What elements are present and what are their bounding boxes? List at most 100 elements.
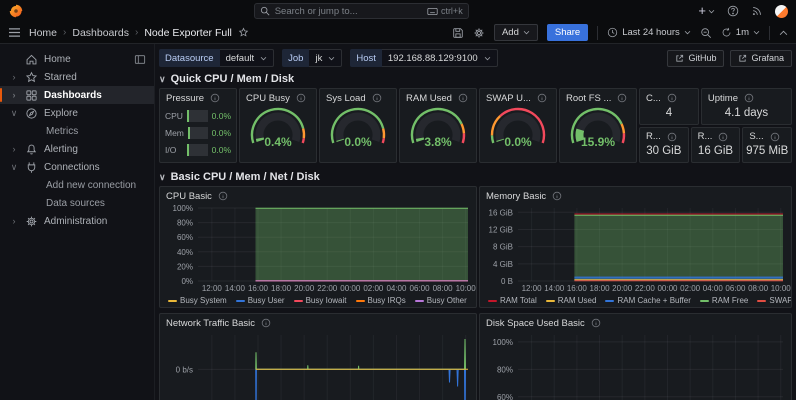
panel-swap-used: SWAP U... 0.0% [479, 88, 557, 163]
search-icon [260, 6, 270, 16]
legend-item[interactable]: Busy User [236, 296, 285, 305]
svg-text:0 B: 0 B [501, 277, 513, 286]
info-icon [591, 318, 601, 328]
gauge-sys-load[interactable]: 0.0% [320, 105, 396, 157]
sidebar-item-dashboards[interactable]: › Dashboards [0, 86, 154, 104]
save-icon[interactable] [452, 27, 464, 39]
chevron-up-icon[interactable] [779, 30, 788, 36]
legend-item[interactable]: Busy Iowait [294, 296, 347, 305]
sidebar-item-metrics[interactable]: Metrics [0, 122, 154, 140]
menu-icon[interactable] [8, 27, 21, 38]
cpu-basic-legend: Busy System Busy User Busy Iowait Busy I… [160, 294, 476, 307]
sidebar-item-starred[interactable]: › Starred [0, 68, 154, 86]
new-menu-button[interactable]: + [698, 6, 715, 16]
panel-rootfs-used: Root FS ... 15.9% [559, 88, 637, 163]
user-avatar[interactable] [775, 5, 788, 18]
variable-value-dropdown[interactable]: default [220, 49, 275, 67]
variable-value-dropdown[interactable]: jk [309, 49, 342, 67]
compass-icon [24, 107, 38, 120]
sidebar-item-data-sources[interactable]: Data sources [0, 194, 154, 212]
legend-item[interactable]: Busy IRQs [356, 296, 406, 305]
help-icon[interactable] [727, 5, 739, 17]
external-link-icon [675, 54, 684, 63]
disk-space-plot[interactable]: 40%60%80%100% [480, 330, 791, 400]
svg-text:20:00: 20:00 [294, 284, 315, 293]
chevron-down-icon [523, 30, 530, 35]
svg-text:18:00: 18:00 [590, 284, 611, 293]
dock-sidebar-icon[interactable] [134, 54, 146, 65]
gauge-swap-used[interactable]: 0.0% [480, 105, 556, 157]
bell-icon [24, 143, 38, 156]
info-icon [296, 93, 306, 103]
time-range-picker[interactable]: Last 24 hours [607, 27, 691, 38]
stat-value: 975 MiB [743, 144, 791, 163]
svg-text:20%: 20% [177, 262, 193, 271]
svg-text:15.9%: 15.9% [581, 135, 615, 149]
favorite-star-icon[interactable] [238, 27, 249, 38]
keyboard-icon [427, 7, 438, 16]
refresh-icon [721, 27, 732, 38]
network-traffic-plot[interactable]: 0 b/s-500 kb/s [160, 330, 476, 400]
sidebar-item-add-new-connection[interactable]: Add new connection [0, 176, 154, 194]
cpu-basic-plot[interactable]: 12:0014:0016:0018:0020:0022:0000:0002:00… [160, 203, 476, 294]
zoom-out-icon[interactable] [700, 27, 712, 39]
panel-uptime: Uptime 4.1 days [701, 88, 792, 125]
svg-text:4 GiB: 4 GiB [493, 260, 513, 269]
svg-text:06:00: 06:00 [725, 284, 746, 293]
stat-value: 4 [640, 105, 698, 124]
breadcrumb-dashboards[interactable]: Dashboards [72, 27, 129, 39]
gear-icon [24, 215, 38, 228]
sidebar-item-administration[interactable]: › Administration [0, 212, 154, 230]
legend-item[interactable]: RAM Free [700, 296, 748, 305]
legend-item[interactable]: RAM Used [546, 296, 597, 305]
svg-text:0 b/s: 0 b/s [176, 365, 193, 374]
variable-value-dropdown[interactable]: 192.168.88.129:9100 [382, 49, 498, 67]
svg-text:06:00: 06:00 [410, 284, 431, 293]
memory-basic-plot[interactable]: 12:0014:0016:0018:0020:0022:0000:0002:00… [480, 203, 791, 294]
grafana-logo-icon[interactable] [8, 3, 24, 19]
search-input[interactable]: Search or jump to... ctrl+k [254, 3, 469, 19]
breadcrumb-current: Node Exporter Full [144, 27, 232, 39]
legend-item[interactable]: RAM Total [488, 296, 537, 305]
gauge-rootfs-used[interactable]: 15.9% [560, 105, 636, 157]
gauge-ram-used[interactable]: 3.8% [400, 105, 476, 157]
add-button[interactable]: Add [494, 24, 538, 41]
info-icon [218, 191, 228, 201]
legend-item[interactable]: Busy Other [415, 296, 467, 305]
bar-gauge [187, 144, 208, 156]
sidebar-item-alerting[interactable]: › Alerting [0, 140, 154, 158]
svg-text:16:00: 16:00 [248, 284, 269, 293]
panel-ram-used: RAM Used 3.8% [399, 88, 477, 163]
svg-text:80%: 80% [177, 219, 193, 228]
panel-cpu-busy: CPU Busy 0.4% [239, 88, 317, 163]
svg-text:00:00: 00:00 [340, 284, 361, 293]
legend-item[interactable]: RAM Cache + Buffer [605, 296, 690, 305]
svg-text:20:00: 20:00 [612, 284, 633, 293]
legend-item[interactable]: Busy System [168, 296, 227, 305]
news-icon[interactable] [751, 5, 763, 17]
gauge-cpu-busy[interactable]: 0.4% [240, 105, 316, 157]
sidebar-item-explore[interactable]: ∨ Explore [0, 104, 154, 122]
clock-icon [607, 27, 618, 38]
share-button[interactable]: Share [547, 24, 588, 41]
nav-sidebar: Home › Starred › Dashboards ∨ Explore [0, 44, 155, 400]
stat-value: 30 GiB [640, 144, 688, 163]
variable-datasource: Datasource default [159, 49, 274, 67]
svg-text:100%: 100% [173, 204, 193, 213]
info-icon [667, 93, 677, 103]
link-github[interactable]: GitHub [667, 50, 724, 67]
link-grafana[interactable]: Grafana [730, 50, 792, 67]
info-icon [617, 93, 627, 103]
section-quick-cpu-mem-disk[interactable]: ∨ Quick CPU / Mem / Disk [159, 72, 792, 86]
info-icon [744, 93, 754, 103]
settings-gear-icon[interactable] [473, 27, 485, 39]
variables-row: Datasource default Job jk Host [159, 48, 792, 68]
sidebar-item-home[interactable]: Home [0, 50, 154, 68]
legend-item[interactable]: SWAP Used [757, 296, 791, 305]
breadcrumb-home[interactable]: Home [29, 27, 57, 39]
refresh-picker[interactable]: 1m [721, 27, 760, 38]
sidebar-item-connections[interactable]: ∨ Connections [0, 158, 154, 176]
section-basic-cpu-mem-net-disk[interactable]: ∨ Basic CPU / Mem / Net / Disk [159, 170, 792, 184]
chevron-down-icon [260, 56, 267, 61]
svg-text:0.0%: 0.0% [344, 135, 372, 149]
